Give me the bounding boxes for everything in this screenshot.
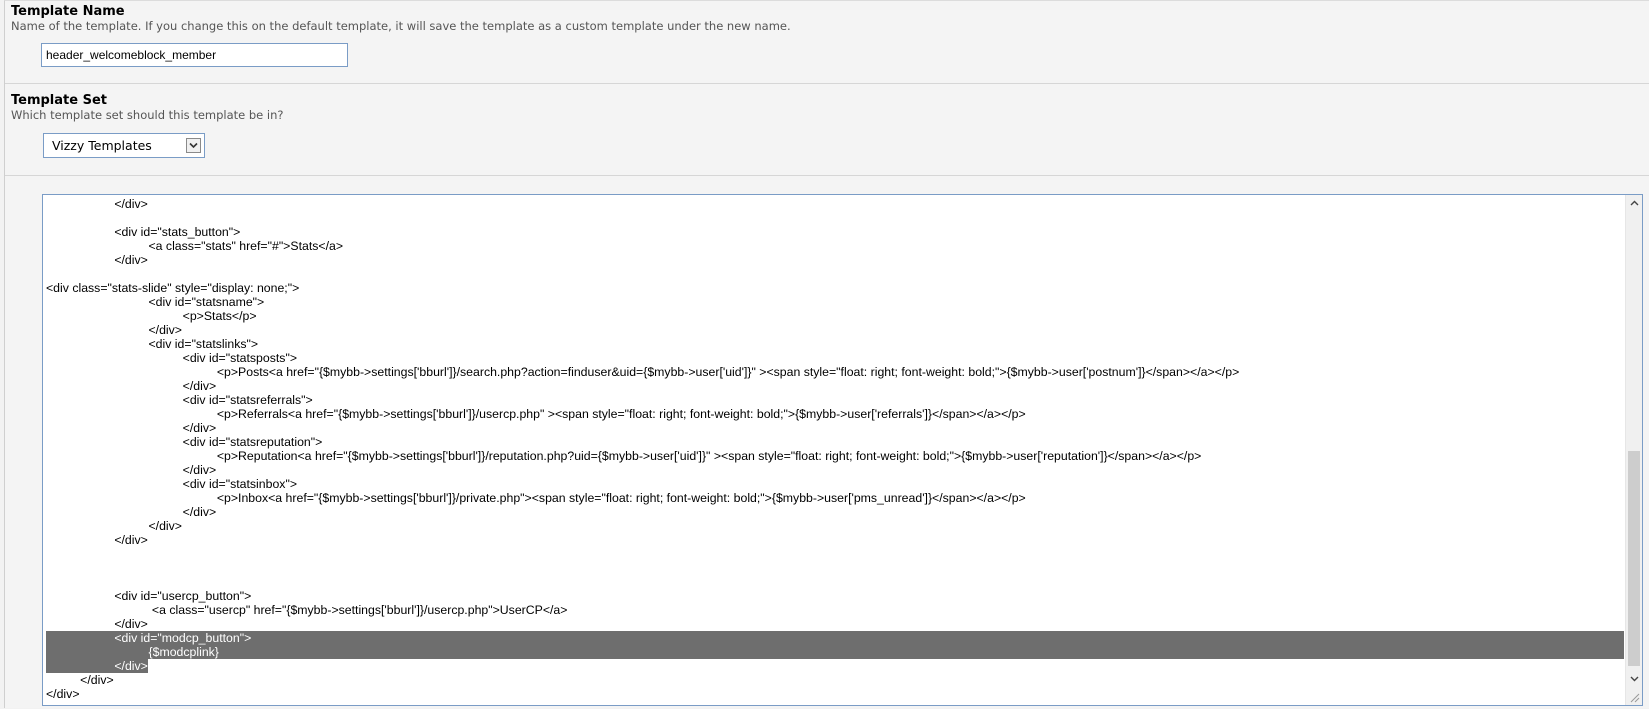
code-lines: </div> <div id="stats_button"> <a class=… — [46, 197, 1626, 701]
code-line: </div> — [46, 197, 148, 211]
code-line: <a class="stats" href="#">Stats</a> — [46, 239, 344, 253]
code-line: {$modcplink} — [46, 645, 1624, 659]
template-set-selected-value: Vizzy Templates — [52, 138, 152, 153]
template-code-textarea[interactable]: </div> <div id="stats_button"> <a class=… — [42, 194, 1643, 706]
code-line: <div id="stats_button"> — [46, 225, 241, 239]
code-line: <div id="statsreputation"> — [46, 435, 323, 449]
template-set-row: Template Set Which template set should t… — [5, 85, 1649, 176]
code-line: </div> — [46, 659, 1626, 673]
scrollbar-thumb[interactable] — [1628, 451, 1640, 666]
code-line: </div> — [46, 253, 148, 267]
code-line: <p>Stats</p> — [46, 309, 257, 323]
code-line: </div> — [46, 379, 217, 393]
code-line: <p>Referrals<a href="{$mybb->settings['b… — [46, 407, 1026, 421]
code-line: </div> — [46, 687, 80, 701]
code-line: <div id="statsreferrals"> — [46, 393, 313, 407]
template-edit-form: Template Name Name of the template. If y… — [4, 0, 1649, 708]
code-line: </div> — [46, 421, 217, 435]
vertical-scrollbar[interactable] — [1625, 195, 1642, 705]
scroll-up-arrow-icon[interactable] — [1626, 195, 1642, 211]
resize-grip-icon[interactable] — [1626, 689, 1642, 705]
code-line: <p>Posts<a href="{$mybb->settings['bburl… — [46, 365, 1240, 379]
code-line: </div> — [46, 519, 182, 533]
code-line: <div id="usercp_button"> — [46, 589, 252, 603]
chevron-down-icon[interactable] — [186, 138, 201, 153]
code-line: </div> — [46, 463, 217, 477]
template-set-description: Which template set should this template … — [11, 108, 284, 122]
code-line: <p>Reputation<a href="{$mybb->settings['… — [46, 449, 1202, 463]
code-line: </div> — [46, 505, 217, 519]
code-line: <div id="statsposts"> — [46, 351, 297, 365]
code-line: </div> — [46, 533, 148, 547]
template-set-label: Template Set — [11, 93, 107, 108]
code-line: <a class="usercp" href="{$mybb->settings… — [46, 603, 568, 617]
template-code-row: </div> <div id="stats_button"> <a class=… — [5, 177, 1649, 709]
code-line: </div> — [46, 617, 148, 631]
code-line: <div id="statsinbox"> — [46, 477, 298, 491]
template-name-input[interactable] — [41, 43, 348, 67]
template-set-select[interactable]: Vizzy Templates — [43, 133, 205, 158]
code-line: <div id="statslinks"> — [46, 337, 259, 351]
template-name-row: Template Name Name of the template. If y… — [5, 1, 1649, 84]
code-line: <div class="stats-slide" style="display:… — [46, 281, 300, 295]
code-line: </div> — [46, 323, 182, 337]
scroll-down-arrow-icon[interactable] — [1626, 671, 1642, 687]
code-line: <p>Inbox<a href="{$mybb->settings['bburl… — [46, 491, 1026, 505]
code-line: <div id="statsname"> — [46, 295, 265, 309]
template-name-description: Name of the template. If you change this… — [11, 19, 791, 33]
template-name-label: Template Name — [11, 4, 125, 19]
code-line: </div> — [46, 673, 114, 687]
code-line: <div id="modcp_button"> — [46, 631, 1624, 645]
